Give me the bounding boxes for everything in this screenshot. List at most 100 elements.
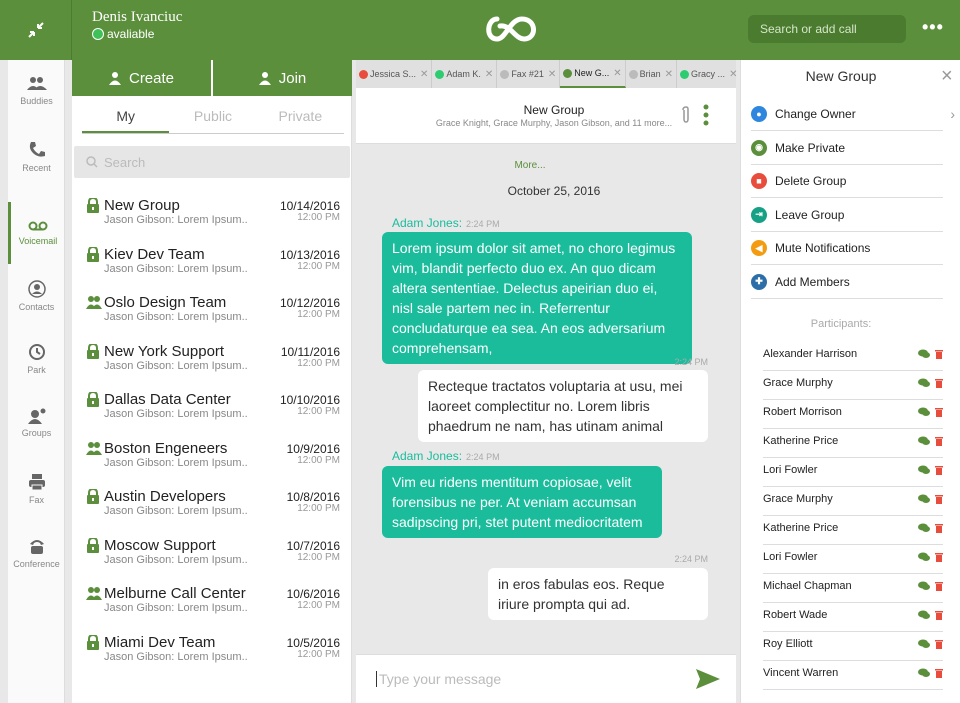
close-tab-icon[interactable]: ✕: [420, 69, 428, 80]
participant-row[interactable]: Roy Elliott: [763, 632, 943, 661]
trash-icon[interactable]: [935, 378, 943, 388]
chat-icon[interactable]: [918, 378, 930, 388]
item-title: Kiev Dev Team: [104, 245, 205, 263]
list-item[interactable]: Boston Engeneers Jason Gibson: Lorem Ipsu…: [72, 438, 352, 486]
chat-icon[interactable]: [918, 639, 930, 649]
trash-icon[interactable]: [935, 407, 943, 417]
create-button[interactable]: Create: [72, 60, 211, 96]
list-item[interactable]: Melburne Call Center Jason Gibson: Lorem …: [72, 583, 352, 631]
group-action[interactable]: ✚ Add Members: [751, 266, 943, 299]
nav-buddies[interactable]: Buddies: [8, 60, 65, 122]
list-item[interactable]: New York Support Jason Gibson: Lorem Ipsu…: [72, 341, 352, 389]
search-input[interactable]: Search or add call: [748, 15, 906, 43]
trash-icon[interactable]: [935, 552, 943, 562]
chat-icon[interactable]: [918, 552, 930, 562]
message-input[interactable]: Type your message: [376, 671, 501, 687]
list-item[interactable]: Miami Dev Team Jason Gibson: Lorem Ipsum.…: [72, 632, 352, 680]
chat-menu-icon[interactable]: [703, 104, 709, 126]
item-time: 12:00 PM: [297, 454, 340, 466]
trash-icon[interactable]: [935, 610, 943, 620]
close-tab-icon[interactable]: ✕: [665, 69, 673, 80]
group-action[interactable]: ● Change Owner ›: [751, 98, 955, 131]
chat-tab[interactable]: Gracy ... ✕: [677, 60, 742, 88]
group-action[interactable]: ◀ Mute Notifications: [751, 232, 943, 265]
attachment-icon[interactable]: [681, 106, 691, 124]
lock-icon: [86, 196, 100, 218]
nav-contacts[interactable]: Contacts: [8, 265, 65, 327]
trash-icon[interactable]: [935, 581, 943, 591]
trash-icon[interactable]: [935, 523, 943, 533]
chat-tab[interactable]: New G... ✕: [560, 60, 626, 88]
list-item[interactable]: Kiev Dev Team Jason Gibson: Lorem Ipsum..…: [72, 244, 352, 292]
item-preview: Jason Gibson: Lorem Ipsum..: [104, 214, 248, 226]
nav-conference[interactable]: Conference: [8, 522, 65, 584]
participants-label: Participants:: [810, 318, 872, 330]
tab-my[interactable]: My: [82, 108, 170, 133]
list-item[interactable]: New Group Jason Gibson: Lorem Ipsum.. 10/1…: [72, 195, 352, 243]
trash-icon[interactable]: [935, 639, 943, 649]
group-action[interactable]: ◉ Make Private: [751, 132, 943, 165]
participant-row[interactable]: Lori Fowler: [763, 545, 943, 574]
user-info[interactable]: Denis Ivanciuc avaliable: [92, 9, 182, 41]
nav-recent[interactable]: Recent: [8, 126, 65, 188]
chat-icon[interactable]: [918, 407, 930, 417]
participant-row[interactable]: Grace Murphy: [763, 371, 943, 400]
group-action[interactable]: ■ Delete Group: [751, 165, 943, 198]
group-action[interactable]: ⇥ Leave Group: [751, 199, 943, 232]
tab-public[interactable]: Public: [169, 108, 256, 133]
more-options-icon[interactable]: •••: [922, 17, 944, 38]
close-tab-icon[interactable]: ✕: [729, 69, 737, 80]
chat-icon[interactable]: [918, 494, 930, 504]
send-icon[interactable]: [696, 669, 720, 689]
nav-voicemail[interactable]: Voicemail: [8, 202, 65, 264]
trash-icon[interactable]: [935, 668, 943, 678]
chat-icon[interactable]: [918, 610, 930, 620]
item-date: 10/9/2016: [286, 441, 340, 456]
chat-icon[interactable]: [918, 349, 930, 359]
chat-icon[interactable]: [918, 465, 930, 475]
list-search-input[interactable]: Search: [74, 146, 350, 178]
trash-icon[interactable]: [935, 436, 943, 446]
list-item[interactable]: Oslo Design Team Jason Gibson: Lorem Ipsu…: [72, 292, 352, 340]
action-label: Leave Group: [775, 207, 845, 222]
trash-icon[interactable]: [935, 465, 943, 475]
join-label: Join: [278, 69, 307, 87]
voicemail-icon: [28, 221, 48, 231]
participant-row[interactable]: Lori Fowler: [763, 458, 943, 487]
close-tab-icon[interactable]: ✕: [485, 69, 493, 80]
participant-row[interactable]: Katherine Price: [763, 516, 943, 545]
list-item[interactable]: Moscow Support Jason Gibson: Lorem Ipsum.…: [72, 535, 352, 583]
nav-fax[interactable]: Fax: [8, 458, 65, 520]
list-item[interactable]: Dallas Data Center Jason Gibson: Lorem Ip…: [72, 389, 352, 437]
chat-icon[interactable]: [918, 523, 930, 533]
chat-icon[interactable]: [918, 668, 930, 678]
participant-row[interactable]: Robert Wade: [763, 603, 943, 632]
chat-members[interactable]: Grace Knight, Grace Murphy, Jason Gibson…: [356, 118, 752, 128]
chat-tab[interactable]: Adam K. ✕: [432, 60, 498, 88]
nav-park[interactable]: Park: [8, 328, 65, 390]
trash-icon[interactable]: [935, 349, 943, 359]
close-tab-icon[interactable]: ✕: [613, 68, 621, 79]
chat-icon[interactable]: [918, 581, 930, 591]
chat-tab[interactable]: Fax #21 ✕: [497, 60, 561, 88]
participant-row[interactable]: Michael Chapman: [763, 574, 943, 603]
join-button[interactable]: Join: [213, 60, 352, 96]
participant-row[interactable]: Grace Murphy: [763, 487, 943, 516]
chat-icon[interactable]: [918, 436, 930, 446]
chat-tab[interactable]: Brian ✕: [626, 60, 678, 88]
more-link[interactable]: More...: [356, 160, 704, 171]
tab-private[interactable]: Private: [257, 108, 344, 133]
participant-row[interactable]: Vincent Warren: [763, 661, 943, 690]
chat-tab[interactable]: Jessica S... ✕: [356, 60, 433, 88]
collapse-button[interactable]: [0, 0, 72, 60]
close-tab-icon[interactable]: ✕: [548, 69, 556, 80]
list-item[interactable]: Austin Developers Jason Gibson: Lorem Ips…: [72, 486, 352, 534]
participant-row[interactable]: Katherine Price: [763, 429, 943, 458]
user-status[interactable]: avaliable: [92, 27, 182, 41]
participant-row[interactable]: Robert Morrison: [763, 400, 943, 429]
nav-label: Conference: [13, 559, 60, 569]
participant-row[interactable]: Alexander Harrison: [763, 342, 943, 371]
trash-icon[interactable]: [935, 494, 943, 504]
nav-groups[interactable]: Groups: [8, 392, 65, 454]
close-icon[interactable]: ×: [941, 65, 953, 88]
